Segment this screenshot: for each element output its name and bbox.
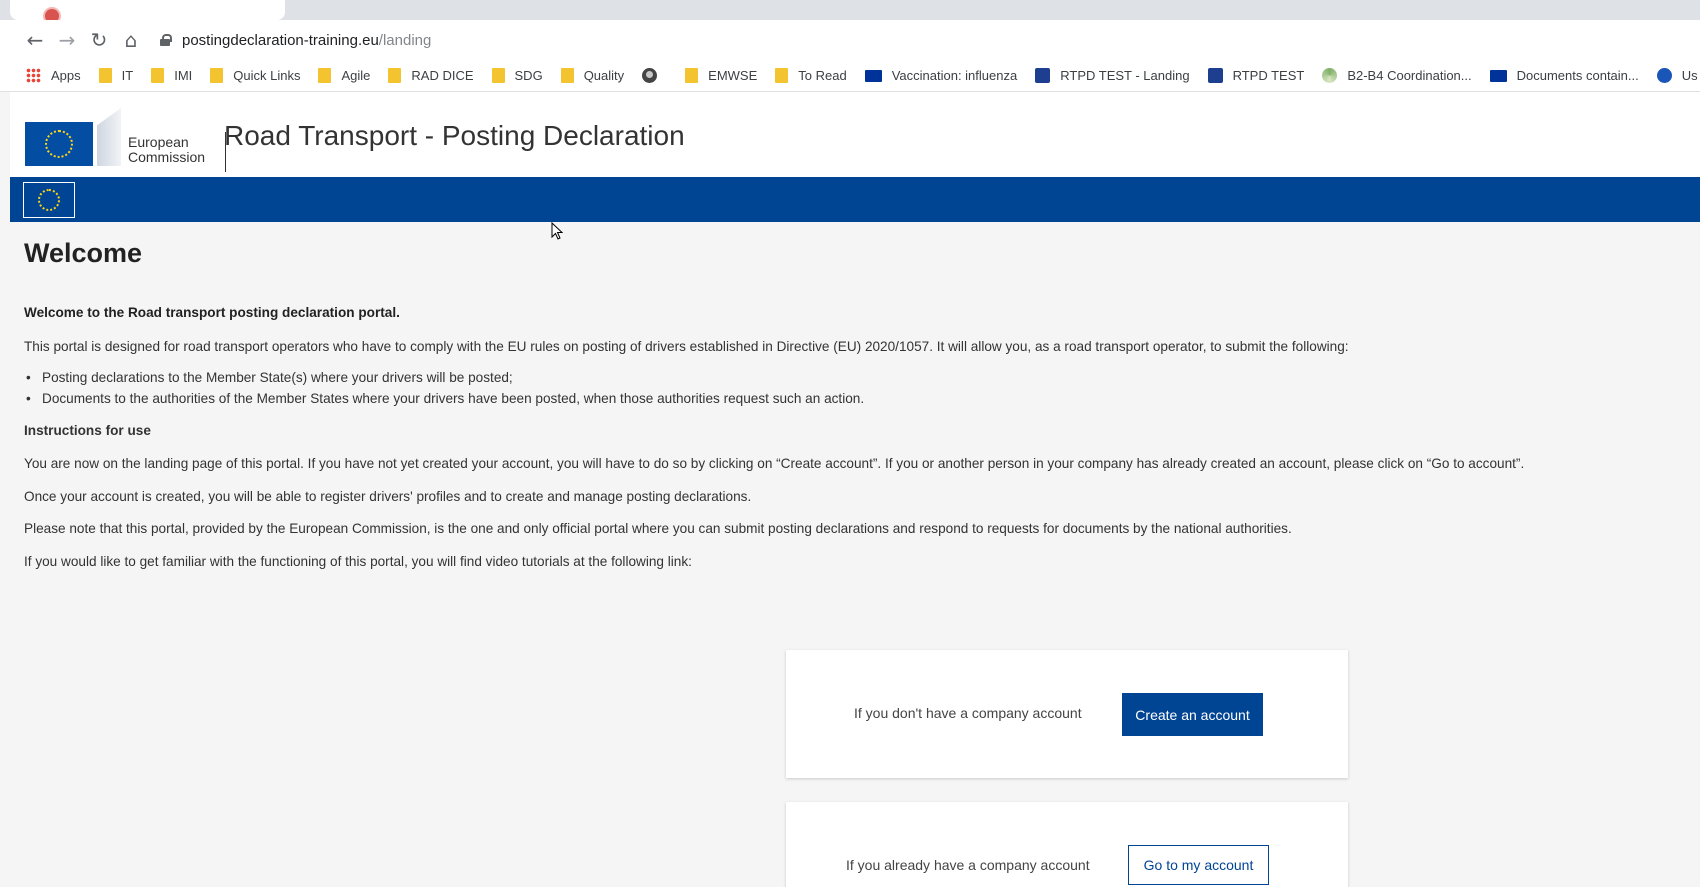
bookmark-to-read[interactable]: To Read [775,68,847,83]
bookmark-quality[interactable]: Quality [560,68,625,83]
url-host: postingdeclaration-training.eu [182,31,379,49]
forward-arrow-icon[interactable]: → [54,27,80,53]
bookmark-vaccination[interactable]: Vaccination: influenza [864,68,1018,83]
folder-icon [775,68,789,83]
bookmark-rtpd-test[interactable]: RTPD TEST [1207,68,1305,83]
bookmark-label: EMWSE [708,68,758,83]
globe-icon [642,68,658,83]
bookmark-label: Quick Links [233,68,301,83]
url-text: postingdeclaration-training.eu/landing [182,32,431,49]
bookmark-label: RTPD TEST - Landing [1060,68,1190,83]
logo-line-2: Commission [128,149,206,165]
url-path: /landing [378,31,432,49]
bookmark-sdg[interactable]: SDG [491,68,543,83]
folder-icon [151,68,165,83]
intro-text: This portal is designed for road transpo… [24,339,1349,354]
browser-tab[interactable] [10,0,285,25]
address-bar[interactable]: postingdeclaration-training.eu/landing [160,26,431,54]
bookmark-label: Vaccination: influenza [891,68,1018,83]
instructions-text-4: If you would like to get familiar with t… [24,554,692,569]
bookmark-label: IT [121,68,134,83]
reload-icon[interactable]: ↻ [86,27,112,53]
european-commission-logo[interactable]: European Commission [25,108,226,172]
instructions-text-1: You are now on the landing page of this … [24,456,1525,471]
site-nav-bar [10,177,1700,222]
instructions-text-2: Once your account is created, you will b… [24,489,752,504]
bookmark-label: B2-B4 Coordination... [1347,68,1472,83]
mouse-cursor-icon [551,222,563,240]
logo-text: European Commission [128,135,205,165]
bookmark-label: SDG [514,68,543,83]
page: European Commission Road Transport - Pos… [10,92,1700,887]
bookmark-imi[interactable]: IMI [151,68,192,83]
go-to-account-card: If you already have a company account Go… [786,802,1348,887]
eu-flag-icon [25,122,93,166]
bookmark-coordination[interactable]: B2-B4 Coordination... [1322,68,1472,83]
eu-flag-icon [864,69,882,82]
bookmark-us[interactable]: Us [1656,68,1698,83]
site-title: Road Transport - Posting Declaration [224,120,685,151]
bookmark-label: Agile [341,68,371,83]
bookmark-emwse[interactable]: EMWSE [685,68,757,83]
create-account-card: If you don't have a company account Crea… [786,650,1348,778]
eu-flag-icon [1489,69,1507,82]
folder-icon [491,68,505,83]
folder-icon [560,68,574,83]
bookmark-label: Us [1681,68,1698,83]
folder-icon [685,68,699,83]
back-arrow-icon[interactable]: ← [22,27,48,53]
bookmark-rtpd-test-landing[interactable]: RTPD TEST - Landing [1035,68,1190,83]
create-account-button[interactable]: Create an account [1122,693,1263,736]
go-to-account-prompt: If you already have a company account [846,857,1090,873]
user-icon [1656,68,1672,83]
folder-icon [98,68,112,83]
intro-heading: Welcome to the Road transport posting de… [24,305,400,320]
create-account-prompt: If you don't have a company account [854,705,1082,721]
bookmark-rad-dice[interactable]: RAD DICE [388,68,474,83]
home-icon[interactable]: ⌂ [118,27,144,53]
browser-tab-strip [0,0,1700,25]
instructions-heading: Instructions for use [24,423,151,438]
folder-icon [318,68,332,83]
list-item: Documents to the authorities of the Memb… [24,391,864,406]
bookmark-agile[interactable]: Agile [318,68,370,83]
apps-grid-icon [26,68,41,83]
bookmark-documents[interactable]: Documents contain... [1489,68,1639,83]
bookmark-label: RTPD TEST [1232,68,1305,83]
bookmark-globe[interactable] [642,68,667,83]
bookmark-label: Apps [51,68,81,83]
list-item: Posting declarations to the Member State… [24,370,513,385]
instructions-text-3: Please note that this portal, provided b… [24,521,1292,536]
folder-icon [210,68,224,83]
eu-stars-icon[interactable] [23,182,75,218]
coordination-icon [1322,68,1338,83]
logo-line-1: European [128,134,189,150]
bookmark-apps[interactable]: Apps [26,68,81,83]
bookmarks-bar: Apps IT IMI Quick Links Agile RAD DICE S… [0,60,1700,92]
bookmark-quick-links[interactable]: Quick Links [210,68,300,83]
bookmark-it[interactable]: IT [98,68,134,83]
site-header: European Commission Road Transport - Pos… [10,92,1700,177]
folder-icon [388,68,402,83]
rtpd-icon [1035,68,1051,83]
bookmark-label: Quality [583,68,625,83]
go-to-account-button[interactable]: Go to my account [1128,845,1269,885]
rtpd-icon [1207,68,1223,83]
bookmark-label: To Read [798,68,847,83]
bookmark-label: Documents contain... [1516,68,1639,83]
lock-icon [160,34,172,46]
berlaymont-icon [97,108,121,166]
bookmark-label: IMI [174,68,193,83]
page-title: Welcome [24,238,143,268]
browser-toolbar: ← → ↻ ⌂ postingdeclaration-training.eu/l… [0,20,1700,60]
bookmark-label: RAD DICE [411,68,474,83]
